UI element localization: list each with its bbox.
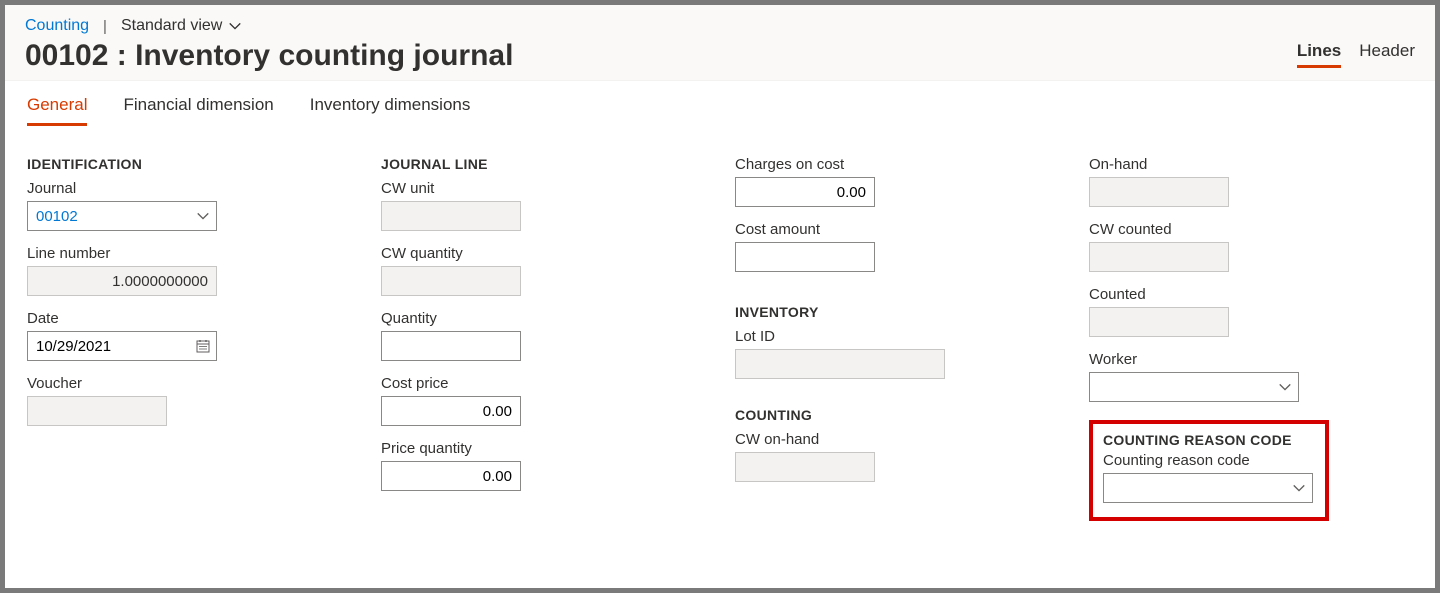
section-tabs: General Financial dimension Inventory di… bbox=[5, 81, 1435, 126]
lot-id-field bbox=[735, 349, 945, 379]
voucher-field bbox=[27, 396, 167, 426]
heading-identification: IDENTIFICATION bbox=[27, 156, 351, 172]
label-on-hand: On-hand bbox=[1089, 156, 1413, 173]
tab-header[interactable]: Header bbox=[1359, 41, 1415, 68]
counted-field bbox=[1089, 307, 1229, 337]
heading-counting-reason-code: COUNTING REASON CODE bbox=[1103, 432, 1315, 448]
label-date: Date bbox=[27, 310, 351, 327]
page-header: Counting | Standard view 00102 : Invento… bbox=[5, 5, 1435, 81]
on-hand-field bbox=[1089, 177, 1229, 207]
label-cw-counted: CW counted bbox=[1089, 221, 1413, 238]
cost-amount-field[interactable] bbox=[735, 242, 875, 272]
column-identification: IDENTIFICATION Journal Line number Date bbox=[27, 148, 351, 521]
breadcrumb-separator: | bbox=[103, 18, 107, 35]
heading-counting: COUNTING bbox=[735, 407, 1059, 423]
label-voucher: Voucher bbox=[27, 375, 351, 392]
cw-unit-field bbox=[381, 201, 521, 231]
chevron-down-icon[interactable] bbox=[1271, 372, 1299, 402]
column-counting: On-hand CW counted Counted Worker bbox=[1089, 148, 1413, 521]
worker-select[interactable] bbox=[1089, 372, 1299, 402]
section-tab-financial[interactable]: Financial dimension bbox=[123, 89, 273, 126]
heading-inventory: INVENTORY bbox=[735, 304, 1059, 320]
view-tabs: Lines Header bbox=[1297, 41, 1415, 78]
counting-reason-code-section: COUNTING REASON CODE Counting reason cod… bbox=[1089, 420, 1329, 521]
label-charges-on-cost: Charges on cost bbox=[735, 156, 1059, 173]
label-cw-quantity: CW quantity bbox=[381, 245, 705, 262]
charges-on-cost-field[interactable] bbox=[735, 177, 875, 207]
section-tab-inventory[interactable]: Inventory dimensions bbox=[310, 89, 471, 126]
view-selector-label: Standard view bbox=[121, 17, 222, 35]
quantity-field[interactable] bbox=[381, 331, 521, 361]
column-inventory: Charges on cost Cost amount INVENTORY Lo… bbox=[735, 148, 1059, 521]
heading-journal-line: JOURNAL LINE bbox=[381, 156, 705, 172]
cw-on-hand-field bbox=[735, 452, 875, 482]
page-title: 00102 : Inventory counting journal bbox=[25, 39, 513, 78]
counting-reason-code-select[interactable] bbox=[1103, 473, 1313, 503]
breadcrumb-counting-link[interactable]: Counting bbox=[25, 17, 89, 35]
label-worker: Worker bbox=[1089, 351, 1413, 368]
label-lot-id: Lot ID bbox=[735, 328, 1059, 345]
label-journal: Journal bbox=[27, 180, 351, 197]
line-number-field bbox=[27, 266, 217, 296]
cw-quantity-field bbox=[381, 266, 521, 296]
label-counted: Counted bbox=[1089, 286, 1413, 303]
label-cost-amount: Cost amount bbox=[735, 221, 1059, 238]
view-selector[interactable]: Standard view bbox=[121, 17, 242, 35]
label-cost-price: Cost price bbox=[381, 375, 705, 392]
chevron-down-icon bbox=[228, 19, 242, 33]
cost-price-field[interactable] bbox=[381, 396, 521, 426]
calendar-icon[interactable] bbox=[189, 331, 217, 361]
chevron-down-icon[interactable] bbox=[189, 201, 217, 231]
label-counting-reason-code: Counting reason code bbox=[1103, 452, 1315, 469]
section-tab-general[interactable]: General bbox=[27, 89, 87, 126]
label-price-quantity: Price quantity bbox=[381, 440, 705, 457]
breadcrumb: Counting | Standard view bbox=[25, 17, 1415, 35]
column-journal-line: JOURNAL LINE CW unit CW quantity Quantit… bbox=[381, 148, 705, 521]
price-quantity-field[interactable] bbox=[381, 461, 521, 491]
cw-counted-field bbox=[1089, 242, 1229, 272]
chevron-down-icon[interactable] bbox=[1285, 473, 1313, 503]
label-cw-unit: CW unit bbox=[381, 180, 705, 197]
tab-lines[interactable]: Lines bbox=[1297, 41, 1341, 68]
label-line-number: Line number bbox=[27, 245, 351, 262]
label-quantity: Quantity bbox=[381, 310, 705, 327]
form-content: IDENTIFICATION Journal Line number Date bbox=[5, 126, 1435, 541]
label-cw-on-hand: CW on-hand bbox=[735, 431, 1059, 448]
